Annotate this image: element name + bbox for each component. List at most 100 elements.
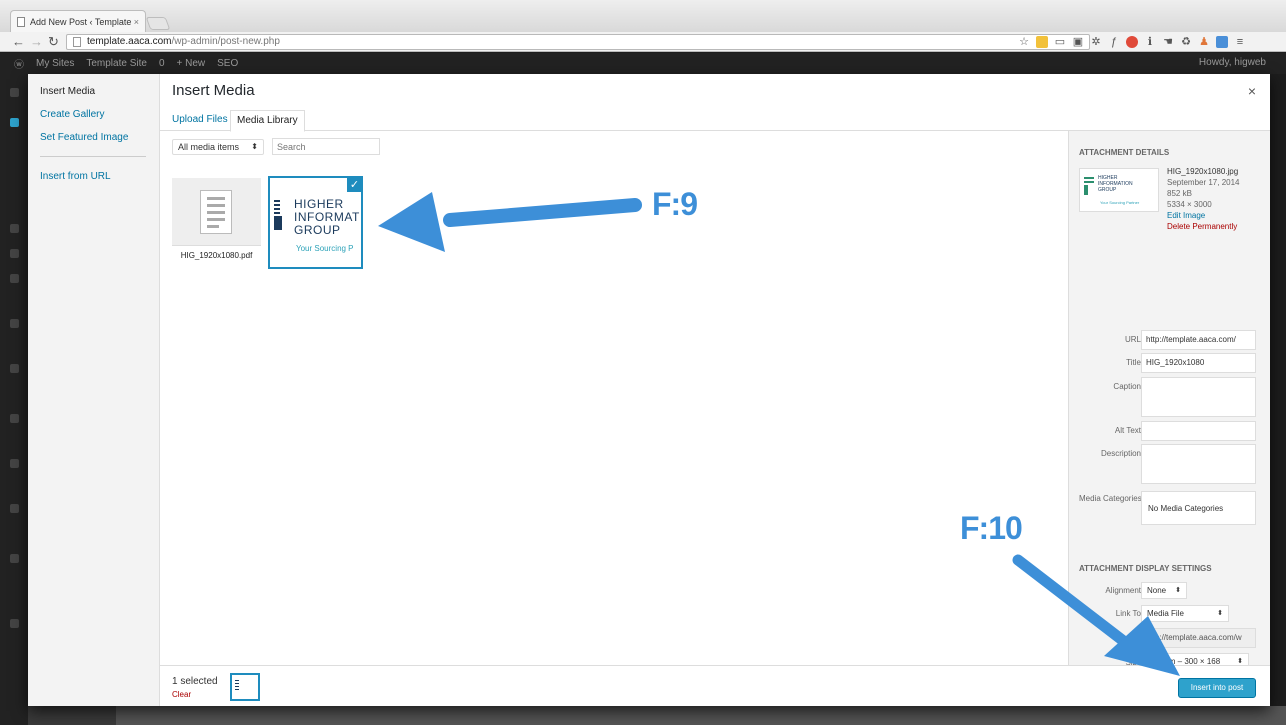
comments-icon[interactable]: [10, 274, 19, 283]
tab-title: Add New Post ‹ Template: [30, 16, 131, 27]
link-url-field[interactable]: http://template.aaca.com/w: [1141, 628, 1256, 648]
attachment-pdf[interactable]: HIG_1920x1080.pdf: [172, 178, 261, 267]
title-field[interactable]: HIG_1920x1080: [1141, 353, 1256, 373]
alt-text-label: Alt Text: [1114, 426, 1141, 435]
browser-tab-strip: Add New Post ‹ Template ×: [0, 0, 1286, 32]
extension-gear-icon[interactable]: ✲: [1090, 36, 1102, 48]
attachment-details-heading: Attachment Details: [1079, 148, 1170, 157]
menu-set-featured-image[interactable]: Set Featured Image: [40, 132, 128, 143]
adminbar-howdy[interactable]: Howdy, higweb: [1199, 57, 1266, 68]
delete-permanently-link[interactable]: Delete Permanently: [1167, 222, 1237, 231]
adminbar-my-sites[interactable]: My Sites: [36, 58, 74, 69]
media-icon[interactable]: [10, 224, 19, 233]
select-arrow-icon: ⬍: [1175, 587, 1181, 594]
alt-text-field[interactable]: [1141, 421, 1256, 441]
appearance-icon[interactable]: [10, 319, 19, 328]
attachment-image-selected[interactable]: HIGHER INFORMAT GROUP Your Sourcing P ✓: [268, 176, 363, 269]
modal-title: Insert Media: [172, 82, 255, 99]
select-arrow-icon: ⬍: [1217, 610, 1223, 617]
media-filter-value: All media items: [178, 142, 240, 152]
collapse-icon[interactable]: [10, 619, 19, 628]
posts-icon[interactable]: [10, 118, 19, 127]
tab-close-icon[interactable]: ×: [134, 17, 139, 27]
browser-toolbar: ← → ↻ template.aaca.com/wp-admin/post-ne…: [0, 32, 1286, 52]
adminbar-seo[interactable]: SEO: [217, 58, 238, 69]
annotation-label-f9: F:9: [652, 186, 698, 222]
extension-recycle-icon[interactable]: ♻: [1180, 36, 1192, 48]
back-arrow-icon[interactable]: ←: [12, 34, 25, 50]
adminbar-comments[interactable]: 0: [159, 58, 165, 69]
details-dimensions: 5334 × 3000: [1167, 200, 1212, 209]
selection-count: 1 selected: [172, 676, 218, 687]
settings-icon[interactable]: [10, 504, 19, 513]
tab-media-library[interactable]: Media Library: [230, 110, 305, 132]
wp-admin-menu: [0, 74, 28, 725]
url-domain: template.aaca.com: [87, 36, 172, 47]
link-to-select[interactable]: Media File ⬍: [1141, 605, 1229, 622]
extension-person-icon[interactable]: ♟: [1198, 36, 1210, 48]
insert-media-modal: Insert Media Create Gallery Set Featured…: [28, 74, 1270, 706]
forward-arrow-icon[interactable]: →: [30, 34, 43, 50]
extension-lock-icon[interactable]: [1036, 36, 1048, 48]
reload-icon[interactable]: ↻: [48, 34, 59, 50]
edit-image-link[interactable]: Edit Image: [1167, 211, 1205, 220]
adminbar-site-name[interactable]: Template Site: [86, 58, 147, 69]
chrome-menu-icon[interactable]: ≡: [1234, 36, 1246, 48]
media-toolbar-footer: 1 selected Clear Insert into post: [160, 665, 1270, 706]
plugins-icon[interactable]: [10, 364, 19, 373]
extension-hand-icon[interactable]: ☚: [1162, 36, 1174, 48]
attachment-filename: HIG_1920x1080.pdf: [172, 245, 261, 267]
users-icon[interactable]: [10, 414, 19, 423]
page-favicon-icon: [17, 16, 25, 27]
media-frame-menu: Insert Media Create Gallery Set Featured…: [28, 74, 160, 706]
extension-formula-icon[interactable]: ƒ: [1108, 36, 1120, 48]
url-field[interactable]: http://template.aaca.com/: [1141, 330, 1256, 350]
caption-label: Caption: [1113, 382, 1141, 391]
description-field[interactable]: [1141, 444, 1256, 484]
logo-text: HIGHER INFORMAT GROUP: [294, 197, 360, 237]
dashboard-icon[interactable]: [10, 88, 19, 97]
url-label: URL: [1124, 335, 1141, 344]
selection-thumbnail[interactable]: [230, 673, 260, 701]
link-to-label: Link To: [1115, 609, 1141, 618]
new-tab-button[interactable]: [145, 17, 171, 30]
title-label: Title: [1126, 358, 1141, 367]
star-icon[interactable]: ☆: [1018, 36, 1030, 48]
alignment-select[interactable]: None ⬍: [1141, 582, 1187, 599]
media-categories-label: Media Categories: [1079, 494, 1142, 503]
adminbar-new[interactable]: + New: [177, 58, 206, 69]
details-date: September 17, 2014: [1167, 178, 1240, 187]
tools-icon[interactable]: [10, 459, 19, 468]
insert-into-post-button[interactable]: Insert into post: [1178, 678, 1256, 698]
wp-logo-icon[interactable]: ⓦ: [14, 56, 24, 71]
media-search-input[interactable]: [272, 138, 380, 155]
alignment-label: Alignment: [1105, 586, 1141, 595]
details-filesize: 852 kB: [1167, 189, 1192, 198]
extension-box-icon[interactable]: ▣: [1072, 36, 1084, 48]
extension-stop-icon[interactable]: [1126, 36, 1138, 48]
menu-separator: [40, 156, 146, 157]
media-filter-select[interactable]: All media items ⬍: [172, 139, 264, 155]
caption-field[interactable]: [1141, 377, 1256, 417]
address-bar[interactable]: template.aaca.com/wp-admin/post-new.php: [66, 34, 1090, 50]
select-arrow-icon: ⬍: [1237, 658, 1243, 665]
seo-icon[interactable]: [10, 554, 19, 563]
extension-window-icon[interactable]: ▭: [1054, 36, 1066, 48]
check-icon[interactable]: ✓: [346, 178, 361, 193]
select-arrow-icon: ⬍: [251, 142, 258, 151]
pages-icon[interactable]: [10, 249, 19, 258]
clear-selection-link[interactable]: Clear: [172, 690, 191, 699]
link-to-value: Media File: [1147, 609, 1184, 618]
media-categories-box[interactable]: No Media Categories: [1141, 491, 1256, 525]
document-icon: [200, 190, 232, 234]
tab-upload-files[interactable]: Upload Files: [166, 110, 234, 132]
menu-insert-media[interactable]: Insert Media: [40, 86, 95, 97]
extension-blue-icon[interactable]: [1216, 36, 1228, 48]
close-icon[interactable]: ×: [1248, 83, 1256, 99]
browser-tab[interactable]: Add New Post ‹ Template ×: [10, 10, 146, 32]
url-path: /wp-admin/post-new.php: [171, 36, 280, 47]
menu-insert-from-url[interactable]: Insert from URL: [40, 171, 111, 182]
menu-create-gallery[interactable]: Create Gallery: [40, 109, 104, 120]
page-icon: [73, 37, 81, 47]
extension-info-icon[interactable]: ℹ: [1144, 36, 1156, 48]
